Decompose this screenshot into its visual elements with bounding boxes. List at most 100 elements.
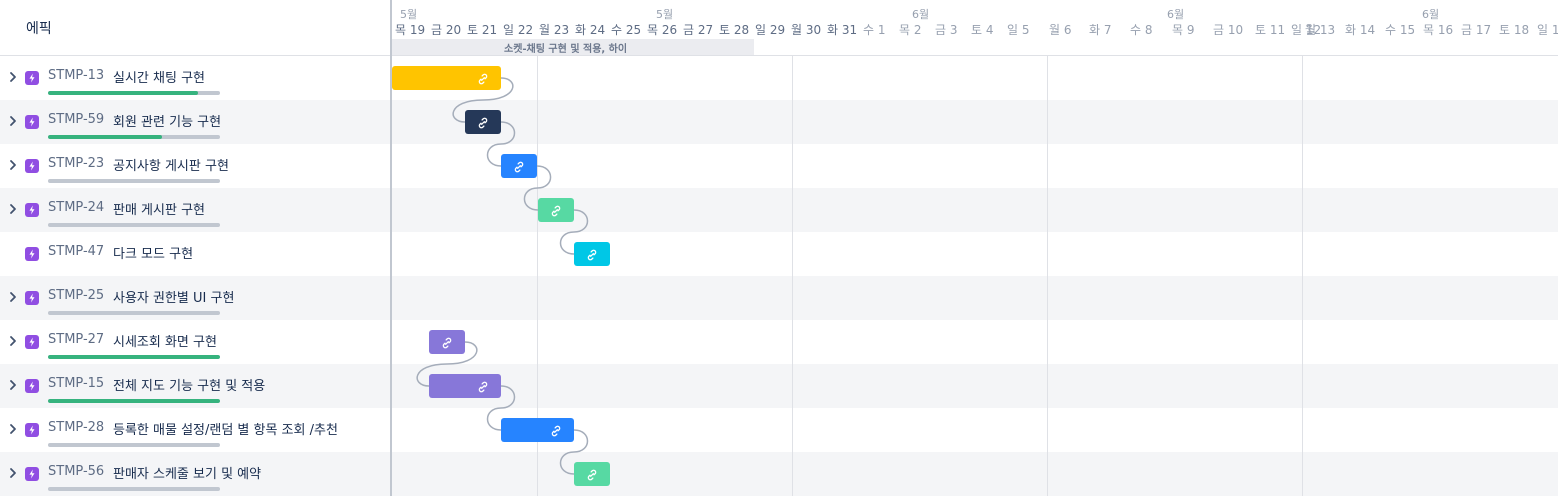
month-label: 6월	[912, 8, 930, 21]
chevron-right-icon[interactable]	[8, 157, 18, 173]
epic-timeline-bar[interactable]	[574, 462, 610, 486]
epic-summary[interactable]: 등록한 매물 설정/랜덤 별 항목 조회 /추천	[113, 419, 338, 438]
epic-row[interactable]: STMP-47 다크 모드 구현	[0, 232, 390, 276]
epic-timeline-bar[interactable]	[429, 374, 501, 398]
chevron-right-icon[interactable]	[8, 333, 18, 349]
day-label: 토 4	[971, 23, 994, 37]
chevron-right-icon[interactable]	[8, 113, 18, 129]
sprint-band[interactable]: 소켓-채팅 구현 및 적용, 하이	[392, 39, 754, 55]
day-label: 토 21	[467, 23, 498, 37]
epic-row[interactable]: STMP-56 판매자 스케줄 보기 및 예약	[0, 452, 390, 496]
link-icon[interactable]	[549, 423, 563, 437]
epic-row[interactable]: STMP-24 판매 게시판 구현	[0, 188, 390, 232]
month-label: 6월	[1422, 8, 1440, 21]
epic-progress-bar	[48, 355, 220, 359]
epic-lightning-icon	[25, 379, 39, 393]
epic-key[interactable]: STMP-59	[48, 112, 104, 127]
epic-timeline-bar[interactable]	[538, 198, 574, 222]
chevron-right-icon[interactable]	[8, 421, 18, 437]
day-label: 목 19	[395, 23, 426, 37]
day-label: 수 15	[1385, 23, 1416, 37]
link-icon[interactable]	[476, 71, 490, 85]
epic-row[interactable]: STMP-13 실시간 채팅 구현	[0, 56, 390, 100]
chevron-right-icon[interactable]	[8, 289, 18, 305]
epic-summary[interactable]: 전체 지도 기능 구현 및 적용	[113, 375, 265, 394]
epic-key[interactable]: STMP-15	[48, 376, 104, 391]
epic-list-panel: 에픽 STMP-13 실시간 채팅 구현 STMP-59 회원 관련 기능 구현 STM…	[0, 0, 390, 496]
link-icon[interactable]	[512, 159, 526, 173]
epic-lightning-icon	[25, 115, 39, 129]
epic-key[interactable]: STMP-56	[48, 464, 104, 479]
chevron-right-icon[interactable]	[8, 465, 18, 481]
day-label: 토 28	[719, 23, 750, 37]
epic-summary[interactable]: 다크 모드 구현	[113, 243, 193, 262]
timeline-row	[392, 56, 1558, 100]
epic-summary[interactable]: 판매자 스케줄 보기 및 예약	[113, 463, 261, 482]
epic-progress-fill	[48, 91, 198, 95]
epic-row[interactable]: STMP-59 회원 관련 기능 구현	[0, 100, 390, 144]
epic-timeline-bar[interactable]	[429, 330, 465, 354]
link-icon[interactable]	[476, 379, 490, 393]
epic-key[interactable]: STMP-27	[48, 332, 104, 347]
epic-timeline-bar[interactable]	[574, 242, 610, 266]
epic-row[interactable]: STMP-23 공지사항 게시판 구현	[0, 144, 390, 188]
epic-row[interactable]: STMP-28 등록한 매물 설정/랜덤 별 항목 조회 /추천	[0, 408, 390, 452]
link-icon[interactable]	[585, 467, 599, 481]
link-icon[interactable]	[585, 247, 599, 261]
epic-progress-bar	[48, 179, 220, 183]
link-icon[interactable]	[476, 115, 490, 129]
epic-lightning-icon	[25, 203, 39, 217]
epic-progress-bar	[48, 311, 220, 315]
week-gridline	[1302, 0, 1303, 496]
day-label: 일 19	[1537, 23, 1558, 37]
day-label: 목 26	[647, 23, 678, 37]
epic-lightning-icon	[25, 291, 39, 305]
epic-progress-bar	[48, 399, 220, 403]
epic-summary[interactable]: 시세조회 화면 구현	[113, 331, 217, 350]
sprint-label: 소켓-채팅 구현 및 적용, 하이	[504, 44, 628, 55]
epic-key[interactable]: STMP-28	[48, 420, 104, 435]
epic-summary[interactable]: 사용자 권한별 UI 구현	[113, 287, 234, 306]
chevron-right-icon[interactable]	[8, 69, 18, 85]
day-label: 화 31	[827, 23, 858, 37]
epic-key[interactable]: STMP-13	[48, 68, 104, 83]
timeline-row	[392, 232, 1558, 276]
link-icon[interactable]	[440, 335, 454, 349]
link-icon[interactable]	[549, 203, 563, 217]
epic-progress-fill	[48, 399, 220, 403]
epic-timeline-bar[interactable]	[465, 110, 501, 134]
epic-lightning-icon	[25, 467, 39, 481]
epic-row[interactable]: STMP-25 사용자 권한별 UI 구현	[0, 276, 390, 320]
month-label: 5월	[400, 8, 418, 21]
chevron-right-icon[interactable]	[8, 377, 18, 393]
day-label: 목 2	[899, 23, 922, 37]
epic-timeline-bar[interactable]	[501, 154, 537, 178]
day-label: 화 7	[1089, 23, 1112, 37]
epic-summary[interactable]: 판매 게시판 구현	[113, 199, 205, 218]
epic-summary[interactable]: 회원 관련 기능 구현	[113, 111, 221, 130]
day-label: 금 27	[683, 23, 714, 37]
timeline-row	[392, 100, 1558, 144]
month-label: 5월	[656, 8, 674, 21]
timeline-panel: 5월 5월 6월 6월 6월 목 19 금 20 토 21 일 22 월 23 화 24 수 25 목…	[392, 0, 1558, 496]
timeline-row	[392, 320, 1558, 364]
day-label: 일 22	[503, 23, 534, 37]
chevron-right-icon[interactable]	[8, 201, 18, 217]
epic-summary[interactable]: 실시간 채팅 구현	[113, 67, 205, 86]
epic-key[interactable]: STMP-25	[48, 288, 104, 303]
epic-timeline-bar[interactable]	[392, 66, 501, 90]
day-label: 금 3	[935, 23, 958, 37]
day-label: 일 29	[755, 23, 786, 37]
epic-key[interactable]: STMP-47	[48, 244, 104, 259]
epic-timeline-bar[interactable]	[501, 418, 574, 442]
epic-key[interactable]: STMP-24	[48, 200, 104, 215]
day-label: 월 6	[1049, 23, 1072, 37]
day-label: 일 5	[1007, 23, 1030, 37]
epic-progress-bar	[48, 443, 220, 447]
day-label: 금 17	[1461, 23, 1492, 37]
timeline-row	[392, 276, 1558, 320]
epic-row[interactable]: STMP-15 전체 지도 기능 구현 및 적용	[0, 364, 390, 408]
epic-summary[interactable]: 공지사항 게시판 구현	[113, 155, 229, 174]
epic-key[interactable]: STMP-23	[48, 156, 104, 171]
epic-row[interactable]: STMP-27 시세조회 화면 구현	[0, 320, 390, 364]
